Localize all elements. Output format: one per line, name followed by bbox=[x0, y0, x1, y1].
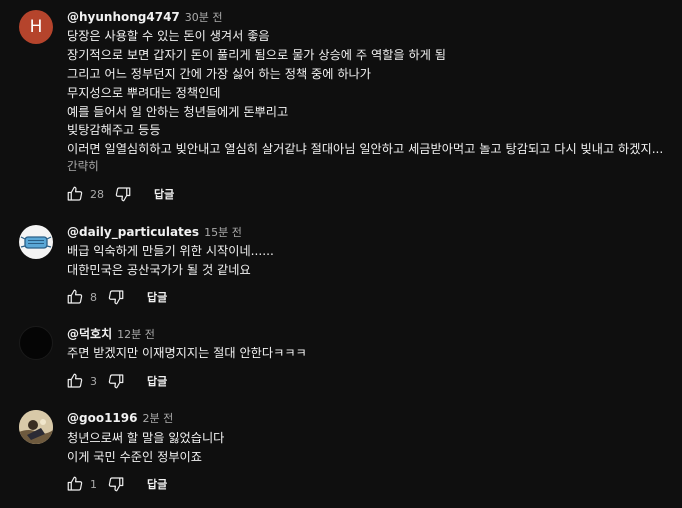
reply-button[interactable]: 답글 bbox=[154, 186, 174, 202]
comment-time[interactable]: 12분 전 bbox=[117, 328, 155, 341]
avatar[interactable]: H bbox=[19, 10, 53, 44]
comment-author[interactable]: @daily_particulates bbox=[67, 225, 199, 239]
mask-icon bbox=[20, 236, 52, 249]
avatar[interactable] bbox=[19, 326, 53, 360]
comment-time[interactable]: 30분 전 bbox=[185, 11, 223, 24]
comment-header: @goo1196 2분 전 bbox=[67, 411, 173, 426]
thumbs-down-icon[interactable] bbox=[114, 185, 132, 203]
reply-button[interactable]: 답글 bbox=[147, 476, 167, 492]
like-count: 28 bbox=[90, 187, 104, 201]
like-count: 8 bbox=[90, 290, 97, 304]
comment-text: 청년으로써 할 말을 잃었습니다 이게 국민 수준인 정부이죠 bbox=[67, 431, 225, 464]
like-count: 3 bbox=[90, 374, 97, 388]
comment-header: @덕호치 12분 전 bbox=[67, 327, 155, 342]
comment-text: 배급 익숙하게 만들기 위한 시작이네...... 대한민국은 공산국가가 될 … bbox=[67, 244, 274, 277]
comment-actions: 28 답글 bbox=[66, 184, 174, 204]
comment-time[interactable]: 15분 전 bbox=[204, 226, 242, 239]
thumbs-up-icon[interactable] bbox=[66, 372, 84, 390]
comment-header: @hyunhong4747 30분 전 bbox=[67, 10, 223, 25]
profile-picture-icon bbox=[19, 410, 53, 444]
thumbs-down-icon[interactable] bbox=[107, 475, 125, 493]
comment-header: @daily_particulates 15분 전 bbox=[67, 225, 242, 240]
reply-button[interactable]: 답글 bbox=[147, 289, 167, 305]
comment-time[interactable]: 2분 전 bbox=[142, 412, 173, 425]
comment-actions: 3 답글 bbox=[66, 371, 167, 391]
show-less-link[interactable]: 간략히 bbox=[67, 158, 99, 174]
thumbs-down-icon[interactable] bbox=[107, 288, 125, 306]
avatar[interactable] bbox=[19, 225, 53, 259]
comment-actions: 8 답글 bbox=[66, 287, 167, 307]
reply-button[interactable]: 답글 bbox=[147, 373, 167, 389]
comment-author[interactable]: @goo1196 bbox=[67, 411, 137, 425]
comment-author[interactable]: @hyunhong4747 bbox=[67, 10, 180, 24]
thumbs-up-icon[interactable] bbox=[66, 185, 84, 203]
like-count: 1 bbox=[90, 477, 97, 491]
comment-text: 주면 받겠지만 이재명지지는 절대 안한다ㅋㅋㅋ bbox=[67, 346, 307, 360]
comment-author[interactable]: @덕호치 bbox=[67, 327, 112, 341]
comment-text: 당장은 사용할 수 있는 돈이 생겨서 좋음 장기적으로 보면 갑자기 돈이 풀… bbox=[67, 29, 664, 157]
thumbs-up-icon[interactable] bbox=[66, 475, 84, 493]
avatar[interactable] bbox=[19, 410, 53, 444]
thumbs-up-icon[interactable] bbox=[66, 288, 84, 306]
thumbs-down-icon[interactable] bbox=[107, 372, 125, 390]
comment-actions: 1 답글 bbox=[66, 474, 167, 494]
